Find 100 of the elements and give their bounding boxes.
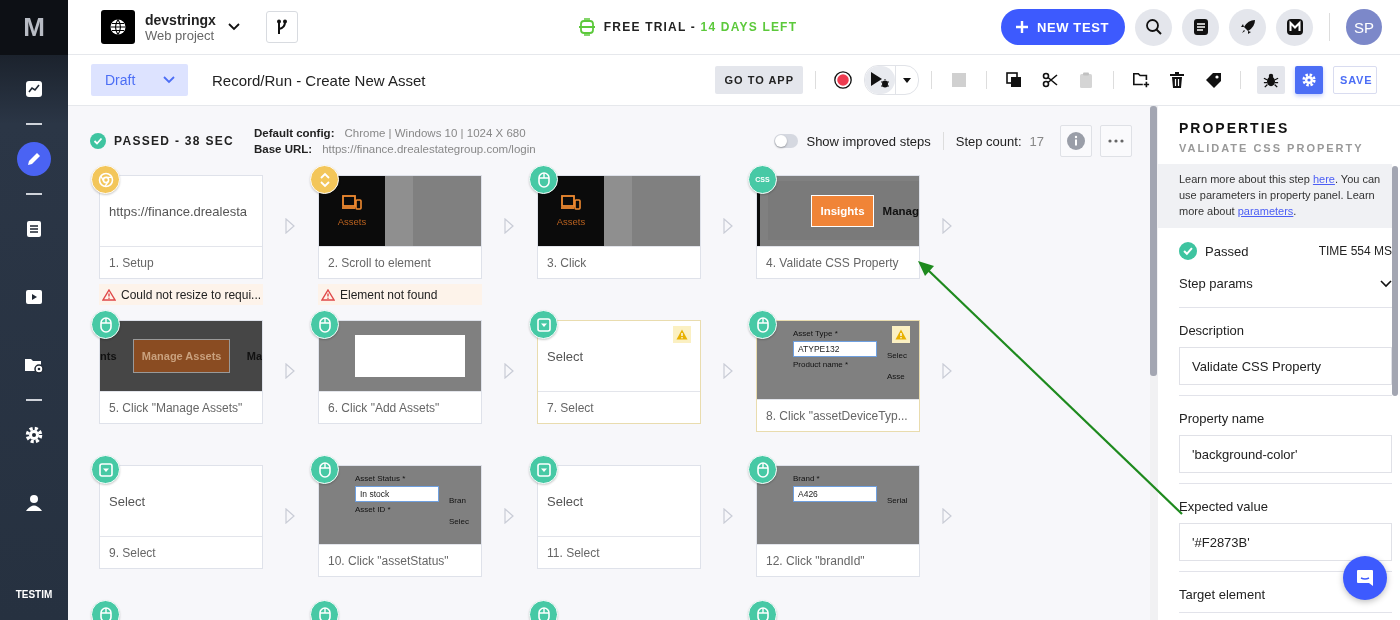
next-arrow-icon	[942, 508, 952, 524]
toggle-button[interactable]	[1257, 66, 1285, 94]
step-type-icon	[310, 455, 339, 484]
step-time: TIME 554 MS	[1318, 244, 1392, 258]
warning-icon	[102, 288, 116, 301]
step-card[interactable]: https://finance.drealesta 1. Setup	[99, 175, 263, 279]
document-icon	[1192, 18, 1209, 36]
toolbar-button[interactable]	[1276, 8, 1313, 46]
run-button[interactable]	[864, 65, 919, 95]
base-url-value: https://finance.drealestategroup.com/login	[322, 143, 536, 155]
step-caption: 12. Click "brandId"	[765, 552, 866, 570]
warning-text: Element not found	[340, 287, 438, 302]
screenshot-thumbnail: Asset Type * ATYPE132 Product name * Selec Asse	[757, 321, 919, 400]
copy-icon	[1006, 72, 1022, 88]
next-arrow-icon	[504, 363, 514, 379]
step-card[interactable]: Brand * A426 Serial 12. Click "brandId"	[756, 465, 920, 577]
branch-button[interactable]	[265, 11, 298, 43]
field-label: Property name	[1179, 411, 1266, 426]
input-field[interactable]: '#F2873B'	[1179, 523, 1392, 561]
field-label: Description	[1179, 323, 1246, 338]
step-caption: 8. Click "assetDeviceTyp...	[765, 407, 909, 425]
step-caption: 1. Setup	[108, 254, 155, 272]
record-icon	[834, 69, 852, 91]
toggle-switch[interactable]	[774, 134, 799, 148]
go-to-app-button[interactable]: GO TO APP	[715, 66, 803, 94]
next-arrow-icon	[285, 218, 295, 234]
step-card[interactable]: Select 11. Select	[537, 465, 701, 569]
settings-icon	[1301, 71, 1317, 89]
caret-icon	[903, 77, 911, 83]
step-caption: 4. Validate CSS Property	[765, 254, 900, 272]
warning-icon	[892, 326, 910, 343]
thumbnail-text: Select	[547, 493, 584, 509]
step-card[interactable]: Assets 2. Scroll to element	[318, 175, 482, 279]
next-arrow-icon	[942, 218, 952, 234]
step-count-value: 17	[1029, 133, 1044, 149]
step-card[interactable]: Asset Status * In stock Asset ID * Bran Selec 10. Click "assetStatus"	[318, 465, 482, 577]
info-button[interactable]	[1060, 125, 1092, 157]
step-count-label: Step count:	[955, 133, 1022, 149]
info-icon	[1067, 132, 1085, 150]
project-name: devstringx	[145, 11, 216, 28]
save-button[interactable]: SAVE	[1333, 66, 1377, 94]
pencil-icon	[25, 150, 43, 168]
here-link[interactable]: here	[1312, 173, 1335, 185]
input-field[interactable]: Validate CSS Property	[1179, 347, 1392, 385]
brand-logo: TESTIM	[15, 589, 53, 600]
step-type-icon	[748, 455, 777, 484]
toolbar-button[interactable]	[1229, 8, 1266, 46]
folder-gear-icon	[24, 356, 44, 374]
trial-icon	[577, 18, 596, 36]
branch-icon	[275, 19, 288, 35]
new-test-button[interactable]: NEW TEST	[1001, 9, 1125, 45]
step-status: Passed	[1205, 243, 1249, 259]
chevron-down-icon	[1380, 279, 1392, 288]
step-caption: 11. Select	[546, 544, 601, 562]
step-type-icon	[91, 455, 120, 484]
toolbar-button[interactable]	[1182, 8, 1219, 46]
step-caption: 5. Click "Manage Assets"	[108, 399, 244, 417]
panel-subtitle: VALIDATE CSS PROPERTY	[1179, 142, 1365, 154]
step-caption: 3. Click	[546, 254, 588, 272]
step-type-icon	[529, 165, 558, 194]
scissors-icon	[1042, 72, 1058, 88]
step-card[interactable]: 6. Click "Add Assets"	[318, 320, 482, 424]
clipboard-icon	[1079, 71, 1093, 89]
step-card[interactable]: Asset Type * ATYPE132 Product name * Selec Asse 8. Click "assetDeviceTyp...	[756, 320, 920, 432]
step-card[interactable]: Select 9. Select	[99, 465, 263, 569]
step-type-icon	[529, 455, 558, 484]
settings-icon	[24, 425, 44, 445]
user-icon	[25, 494, 43, 512]
stop-icon	[952, 73, 966, 87]
chevron-down-icon	[163, 76, 175, 84]
next-arrow-icon	[504, 508, 514, 524]
step-type-icon	[91, 165, 120, 194]
sidebar-item[interactable]	[17, 142, 51, 176]
screenshot-thumbnail: Brand * A426 Serial	[757, 466, 919, 545]
panel-title: PROPERTIES	[1179, 120, 1291, 136]
rocket-icon	[1238, 18, 1257, 36]
step-card[interactable]: Select 7. Select	[537, 320, 701, 424]
app-logo[interactable]: M	[0, 0, 68, 55]
base-url-label: Base URL:	[254, 143, 313, 155]
toggle-button[interactable]	[1295, 66, 1323, 94]
step-type-icon	[310, 310, 339, 339]
field-label: Target element	[1179, 587, 1266, 602]
scrollbar-thumb[interactable]	[1392, 166, 1398, 396]
search-icon	[1144, 18, 1163, 36]
next-arrow-icon	[285, 508, 295, 524]
thumbnail-text: Select	[547, 348, 584, 364]
tag-icon	[1204, 71, 1222, 89]
trial-label: FREE TRIAL - 14 DAYS LEFT	[603, 20, 798, 34]
input-field[interactable]: 'background-color'	[1179, 435, 1392, 473]
screenshot-thumbnail: Assets	[538, 176, 700, 247]
step-type-icon	[529, 310, 558, 339]
step-card[interactable]: Assets 3. Click	[537, 175, 701, 279]
globe-icon	[101, 10, 135, 44]
next-arrow-icon	[723, 218, 733, 234]
toolbar-button[interactable]	[1135, 8, 1172, 46]
more-icon	[1108, 139, 1124, 143]
screenshot-thumbnail: Assets	[319, 176, 481, 247]
list-icon	[25, 220, 43, 238]
chevron-down-icon[interactable]	[227, 23, 240, 31]
scrollbar-thumb[interactable]	[1150, 106, 1157, 376]
